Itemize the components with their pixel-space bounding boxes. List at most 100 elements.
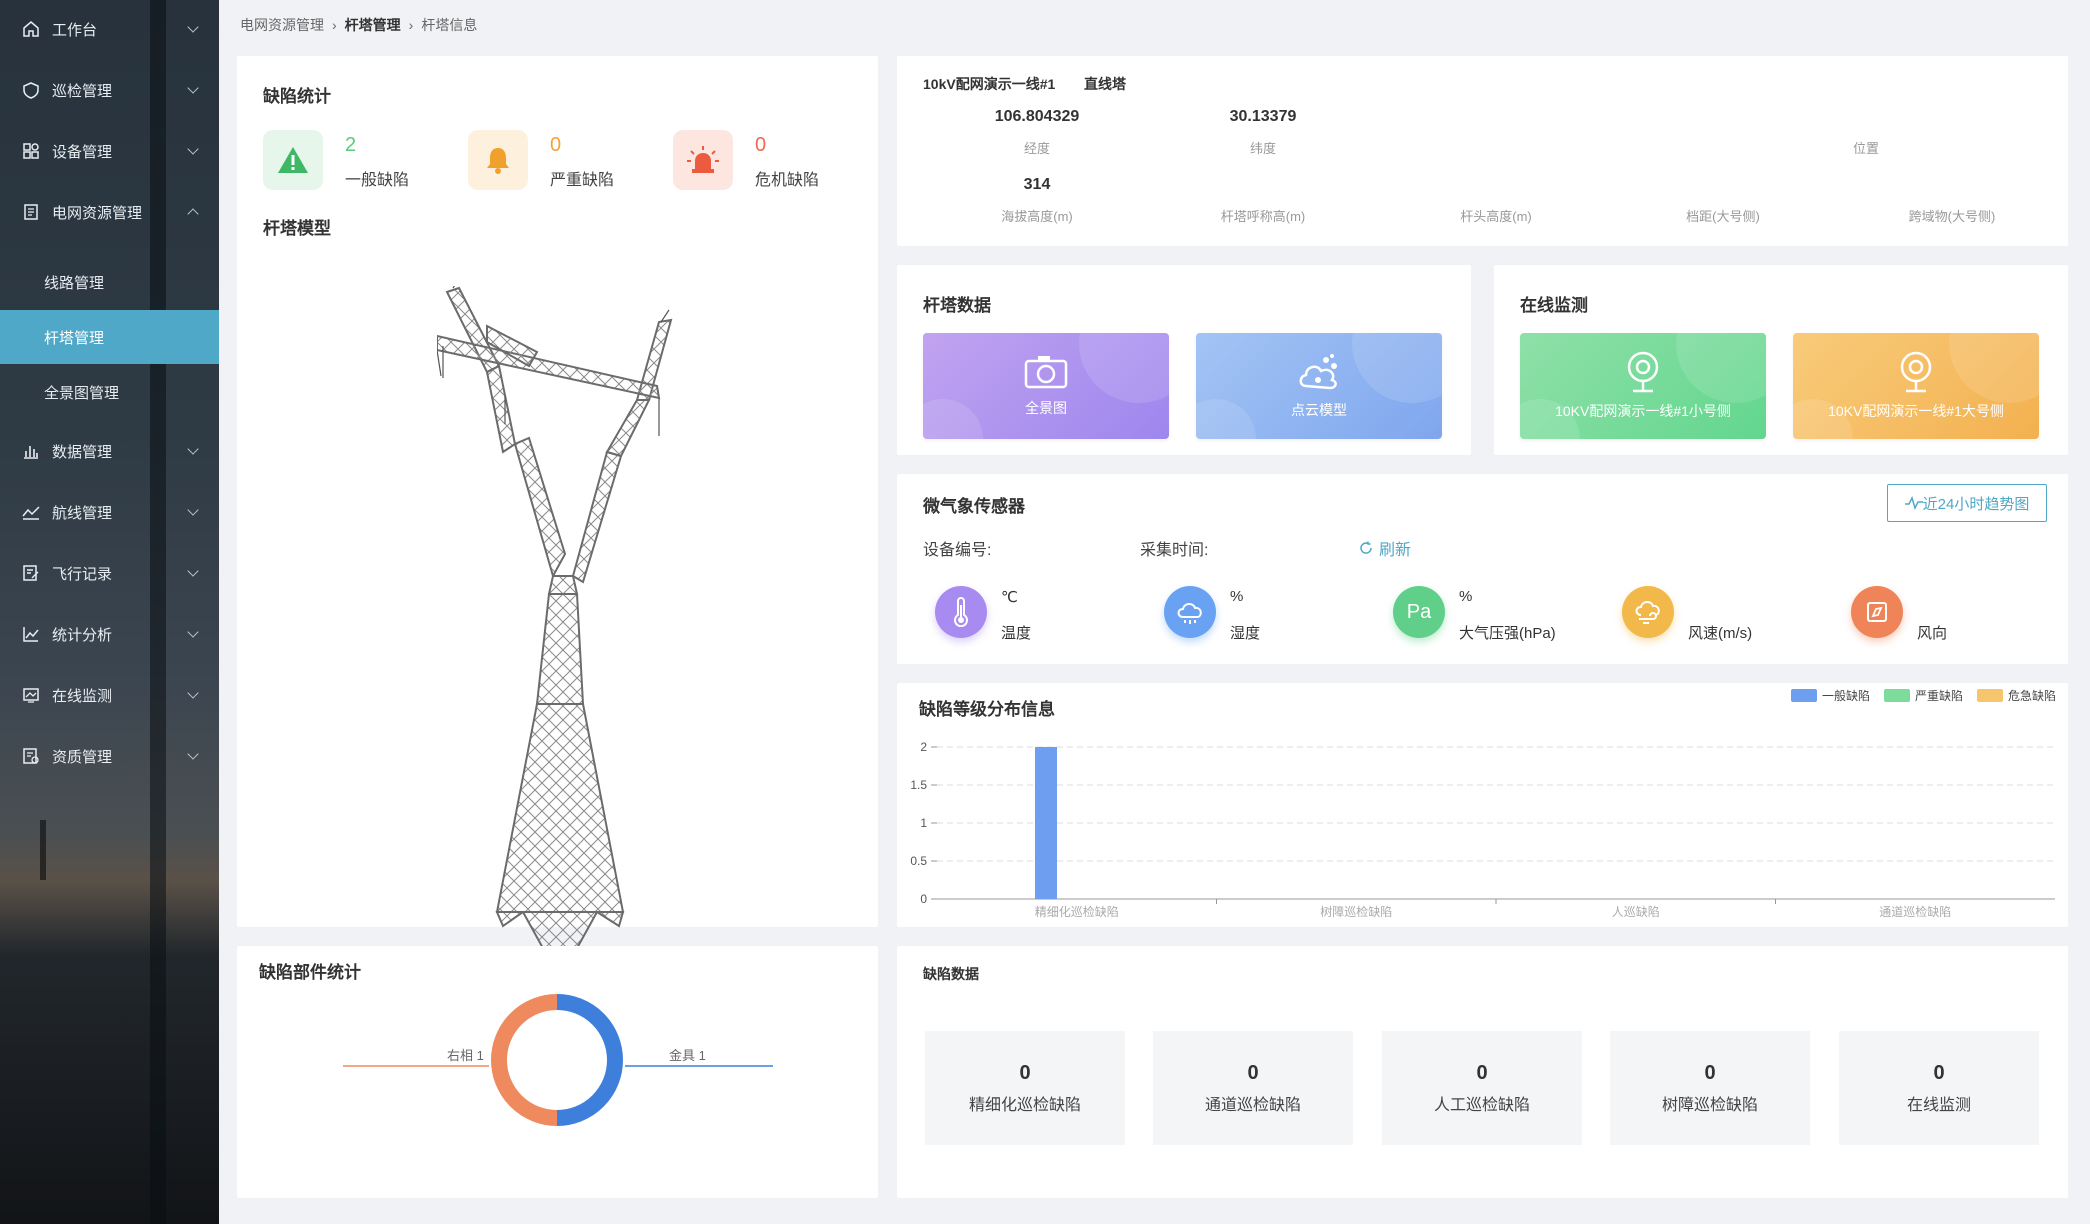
defect-bar-chart[interactable]: 0 0.5 1 1.5 2 精细化巡检缺陷 树障巡检缺陷 人巡缺陷 通道巡检缺陷 [897, 683, 2068, 927]
count-value: 0 [1476, 1061, 1488, 1084]
sidebar-item-online-monitor[interactable]: 在线监测 [0, 668, 219, 722]
tower-name: 10kV配网演示一线#1 [923, 76, 1056, 92]
chevron-up-icon [187, 208, 199, 220]
sidebar-subitem-tower[interactable]: 杆塔管理 [0, 310, 219, 364]
trend-button-label: 近24小时趋势图 [1922, 495, 2030, 513]
tile-label: 全景图 [1025, 400, 1067, 416]
monitor-icon [22, 686, 40, 704]
tower-data-card: 杆塔数据 全景图 点云模型 [897, 265, 1471, 455]
sidebar-subitem-line[interactable]: 线路管理 [0, 255, 219, 309]
webcam-icon [1900, 351, 1932, 393]
chevron-down-icon [187, 21, 199, 33]
alarm-light-icon [673, 130, 733, 190]
sidebar-item-label: 设备管理 [52, 143, 113, 161]
count-channel-inspection[interactable]: 0 通道巡检缺陷 [1153, 1031, 1353, 1145]
y-tick-label: 0.5 [910, 854, 927, 868]
chevron-down-icon [187, 504, 199, 516]
count-online-monitor[interactable]: 0 在线监测 [1839, 1031, 2039, 1145]
tile-label: 10KV配网演示一线#1大号侧 [1828, 403, 2004, 419]
pulse-icon [1904, 496, 1923, 510]
count-value: 0 [1247, 1061, 1259, 1084]
count-label: 树障巡检缺陷 [1661, 1096, 1758, 1114]
panorama-tile[interactable]: 全景图 [923, 333, 1169, 439]
slice-label-youxiang: 右相 1 [447, 1048, 484, 1063]
sidebar-item-label: 飞行记录 [52, 565, 113, 583]
device-id-label: 设备编号: [923, 542, 992, 559]
sidebar-item-inspection[interactable]: 巡检管理 [0, 63, 219, 117]
sensor-unit: % [1459, 588, 1473, 605]
sidebar-item-route[interactable]: 航线管理 [0, 485, 219, 539]
defect-parts-donut[interactable]: 右相 1 金具 1 [237, 946, 878, 1198]
sidebar-item-device[interactable]: 设备管理 [0, 124, 219, 178]
bell-icon [468, 130, 528, 190]
defect-stats-card: 缺陷统计 2 一般缺陷 0 严重缺陷 0 危机缺陷 杆塔模型 [237, 56, 878, 971]
sidebar-subitem-panorama[interactable]: 全景图管理 [0, 365, 219, 419]
sidebar-item-statistics[interactable]: 统计分析 [0, 607, 219, 661]
y-tick-label: 1 [920, 816, 927, 830]
section-title: 杆塔数据 [923, 296, 991, 315]
donut-slice-jinju[interactable] [556, 994, 623, 1126]
sidebar-item-flight-record[interactable]: 飞行记录 [0, 546, 219, 600]
defect-count: 0 [755, 134, 767, 156]
sensor-name: 风向 [1917, 625, 1948, 642]
defect-label: 一般缺陷 [345, 172, 410, 189]
sidebar-item-data[interactable]: 数据管理 [0, 424, 219, 478]
count-label: 人工巡检缺陷 [1433, 1096, 1530, 1114]
y-tick-label: 0 [920, 892, 927, 906]
sensor-wind-direction: 风向 [1851, 586, 2051, 646]
camera-large-side-tile[interactable]: 10KV配网演示一线#1大号侧 [1793, 333, 2039, 439]
sensor-unit: ℃ [1001, 589, 1018, 606]
breadcrumb-item-current: 杆塔信息 [421, 17, 478, 33]
donut-slice-youxiang[interactable] [491, 994, 558, 1126]
sensor-name: 湿度 [1230, 625, 1261, 642]
x-tick-label: 通道巡检缺陷 [1879, 904, 1951, 919]
wind-icon [1622, 586, 1674, 638]
trend-chart-button[interactable]: 近24小时趋势图 [1887, 484, 2047, 522]
latitude-label: 纬度 [1249, 141, 1276, 156]
refresh-button[interactable]: 刷新 [1359, 536, 1411, 560]
tile-label: 点云模型 [1291, 402, 1347, 418]
count-manual-inspection[interactable]: 0 人工巡检缺陷 [1382, 1031, 1582, 1145]
sidebar-item-workbench[interactable]: 工作台 [0, 2, 219, 56]
thermometer-icon [935, 586, 987, 638]
count-fine-inspection[interactable]: 0 精细化巡检缺陷 [925, 1031, 1125, 1145]
camera-small-side-tile[interactable]: 10KV配网演示一线#1小号侧 [1520, 333, 1766, 439]
sidebar-item-label: 电网资源管理 [52, 204, 143, 222]
slice-label-jinju: 金具 1 [669, 1048, 706, 1063]
span-label: 档距(大号侧) [1686, 209, 1760, 224]
breadcrumb-item[interactable]: 电网资源管理 [240, 15, 324, 35]
refresh-label: 刷新 [1379, 542, 1412, 559]
count-value: 0 [1704, 1061, 1716, 1084]
sidebar-item-label: 航线管理 [52, 504, 113, 522]
sidebar-subitem-label: 全景图管理 [44, 384, 120, 402]
longitude-value: 106.804329 [994, 108, 1080, 125]
sidebar-item-qualification[interactable]: 资质管理 [0, 729, 219, 783]
camera-icon [1024, 356, 1068, 389]
bar[interactable] [1035, 747, 1057, 899]
point-cloud-tile[interactable]: 点云模型 [1196, 333, 1442, 439]
home-icon [22, 20, 40, 38]
sidebar-item-label: 统计分析 [52, 626, 113, 644]
x-tick-label: 精细化巡检缺陷 [1035, 904, 1119, 919]
sidebar-item-label: 数据管理 [52, 443, 113, 461]
defect-level-chart-card: 缺陷等级分布信息 一般缺陷 严重缺陷 危急缺陷 0 0.5 1 1.5 2 精细化巡检缺陷… [897, 683, 2068, 927]
sidebar-item-grid-resource[interactable]: 电网资源管理 [0, 185, 219, 239]
pa-icon: Pa [1393, 586, 1445, 638]
count-tree-obstacle[interactable]: 0 树障巡检缺陷 [1610, 1031, 1810, 1145]
online-monitor-card: 在线监测 10KV配网演示一线#1小号侧 10KV配网演示一线#1大号侧 [1494, 265, 2068, 455]
count-value: 0 [1019, 1061, 1031, 1084]
sensor-humidity: % 湿度 [1164, 586, 1364, 646]
shield-icon [22, 81, 40, 99]
defect-parts-card: 缺陷部件统计 右相 1 金具 1 [237, 946, 878, 1198]
edit-note-icon [22, 564, 40, 582]
breadcrumb-item[interactable]: 杆塔管理 [345, 15, 401, 35]
tower-model-view[interactable] [437, 286, 737, 986]
sidebar-item-label: 在线监测 [52, 687, 113, 705]
chevron-down-icon [187, 82, 199, 94]
line-chart-icon [22, 625, 40, 643]
latitude-value: 30.13379 [1229, 108, 1297, 125]
point-cloud-icon [1299, 354, 1337, 390]
tile-label: 10KV配网演示一线#1小号侧 [1555, 403, 1731, 419]
route-icon [22, 503, 40, 521]
refresh-icon [1360, 541, 1372, 554]
